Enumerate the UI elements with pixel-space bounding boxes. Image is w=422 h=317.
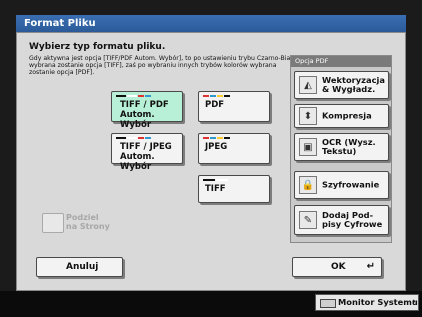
tiff-button[interactable]: TIFF: [198, 175, 270, 203]
tiff-pdf-auto-button[interactable]: TIFF / PDF Autom. Wybór: [111, 91, 183, 130]
pdf-button[interactable]: PDF: [198, 91, 270, 122]
window-title: Format Pliku: [16, 15, 406, 32]
screen: Format Pliku Wybierz typ formatu pliku. …: [0, 0, 422, 317]
split-pages-label: Podziel na Strony: [66, 213, 110, 231]
page-heading: Wybierz typ formatu pliku.: [29, 42, 166, 52]
cancel-label: Anuluj: [66, 262, 99, 272]
tiff-jpeg-auto-label-1: TIFF / JPEG: [120, 142, 172, 152]
file-format-panel: Wybierz typ formatu pliku. Gdy aktywna j…: [16, 32, 406, 291]
jpeg-label: JPEG: [205, 142, 228, 152]
status-bar: Monitor Systemu ›: [0, 291, 422, 317]
system-monitor-label: Monitor Systemu: [338, 297, 418, 307]
monitor-icon: [320, 299, 336, 308]
ocr-button[interactable]: ▣ OCR (Wysz. Tekstu): [294, 133, 389, 161]
ok-label: OK: [331, 262, 346, 272]
split-pages-button: Podziel na Strony: [42, 209, 126, 237]
chevron-right-icon: ›: [412, 297, 416, 307]
ocr-label: OCR (Wysz. Tekstu): [322, 137, 376, 156]
tiff-pdf-auto-label-2: Autom. Wybór: [120, 110, 155, 130]
color-bw-icon: [116, 137, 151, 139]
split-pages-icon: [42, 213, 64, 233]
compression-button[interactable]: ⬍ Kompresja: [294, 104, 389, 128]
tiff-jpeg-auto-label-2: Autom. Wybór: [120, 152, 155, 172]
return-arrow-icon: ↵: [366, 261, 375, 272]
cancel-button[interactable]: Anuluj: [36, 257, 123, 277]
tiff-jpeg-auto-button[interactable]: TIFF / JPEG Autom. Wybór: [111, 133, 183, 172]
system-monitor-button[interactable]: Monitor Systemu ›: [315, 294, 419, 311]
color-icon: [203, 137, 230, 139]
digital-signature-icon: ✎: [299, 211, 317, 229]
pdf-options-header: Opcja PDF: [291, 56, 391, 67]
description-text: Gdy aktywna jest opcja [TIFF/PDF Autom. …: [29, 55, 296, 76]
ocr-icon: ▣: [299, 138, 317, 156]
tiff-pdf-auto-label-1: TIFF / PDF: [120, 100, 169, 110]
compression-label: Kompresja: [322, 110, 372, 121]
compression-icon: ⬍: [299, 107, 317, 125]
vector-icon: ◭: [299, 76, 317, 94]
encryption-label: Szyfrowanie: [322, 179, 380, 190]
vectorize-smooth-label: Wektoryzacja & Wygładz.: [322, 75, 385, 94]
digital-signature-button[interactable]: ✎ Dodaj Pod-pisy Cyfrowe: [294, 205, 389, 235]
color-icon: [203, 95, 230, 97]
color-bw-icon: [116, 95, 151, 97]
jpeg-button[interactable]: JPEG: [198, 133, 270, 164]
pdf-label: PDF: [205, 100, 225, 110]
vectorize-smooth-button[interactable]: ◭ Wektoryzacja & Wygładz.: [294, 71, 389, 99]
encryption-button[interactable]: 🔒 Szyfrowanie: [294, 171, 389, 199]
pdf-options-panel: Opcja PDF ◭ Wektoryzacja & Wygładz. ⬍ Kom…: [290, 55, 392, 243]
digital-signature-label: Dodaj Pod-pisy Cyfrowe: [322, 210, 383, 229]
encryption-icon: 🔒: [299, 176, 317, 194]
ok-button[interactable]: OK ↵: [292, 257, 382, 277]
tiff-label: TIFF: [205, 184, 226, 194]
bw-icon: [203, 179, 228, 181]
